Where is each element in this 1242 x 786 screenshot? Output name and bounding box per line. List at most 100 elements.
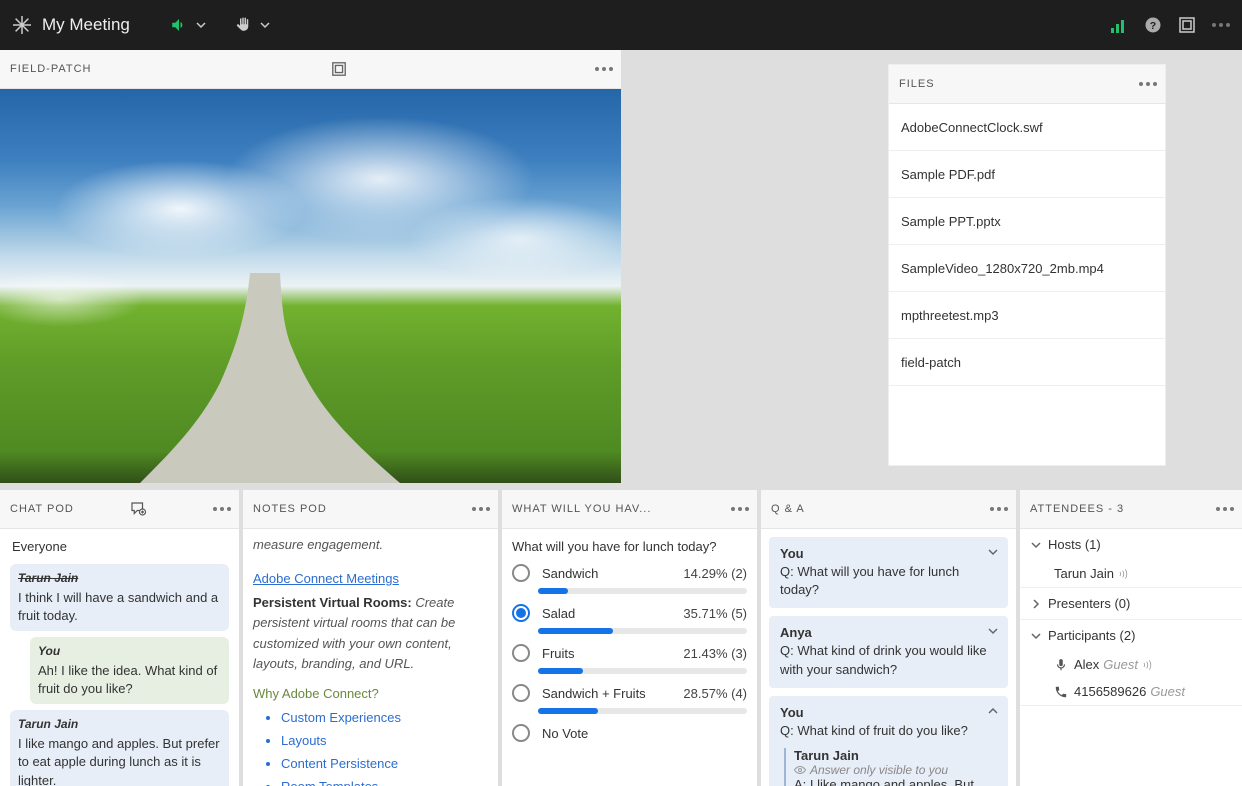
files-list: AdobeConnectClock.swfSample PDF.pdfSampl… <box>889 104 1165 465</box>
share-pod: FIELD-PATCH <box>0 50 621 483</box>
connection-status-icon[interactable] <box>1110 16 1128 34</box>
poll-option-label: Fruits <box>542 646 683 661</box>
pod-menu[interactable] <box>213 507 231 511</box>
file-item[interactable]: field-patch <box>889 339 1165 386</box>
notes-bullet[interactable]: Layouts <box>281 731 488 751</box>
attendee-section-participants[interactable]: Participants (2) <box>1020 620 1242 651</box>
attendee-guest-label: Guest <box>1150 684 1185 699</box>
attendee-section-label: Hosts (1) <box>1048 537 1101 552</box>
attendee-row[interactable]: Tarun Jain <box>1020 560 1242 587</box>
notes-body[interactable]: measure engagement. Adobe Connect Meetin… <box>243 529 498 786</box>
notes-pod: NOTES POD measure engagement. Adobe Conn… <box>243 490 502 786</box>
notes-pod-title: NOTES POD <box>253 503 327 515</box>
radio-button[interactable] <box>512 604 530 622</box>
help-icon[interactable]: ? <box>1144 16 1162 34</box>
fullscreen-icon[interactable] <box>1178 16 1196 34</box>
pod-menu[interactable] <box>990 507 1008 511</box>
chevron-down-icon[interactable] <box>987 625 999 640</box>
qa-answer: Tarun JainAnswer only visible to youA: I… <box>784 748 997 786</box>
radio-button[interactable] <box>512 564 530 582</box>
audio-menu[interactable] <box>170 16 206 34</box>
share-pod-title: FIELD-PATCH <box>10 63 92 75</box>
attendee-row[interactable]: AlexGuest <box>1020 651 1242 678</box>
chevron-up-icon[interactable] <box>987 705 999 720</box>
meeting-title[interactable]: My Meeting <box>42 15 130 35</box>
pod-menu[interactable] <box>731 507 749 511</box>
radio-button[interactable] <box>512 724 530 742</box>
poll-option-pct: 35.71% (5) <box>683 606 747 621</box>
attendee-row[interactable]: 4156589626Guest <box>1020 678 1242 705</box>
app-logo-icon[interactable] <box>12 15 32 35</box>
poll-option-pct: 28.57% (4) <box>683 686 747 701</box>
raise-hand-menu[interactable] <box>234 16 270 34</box>
file-item[interactable]: Sample PDF.pdf <box>889 151 1165 198</box>
svg-text:?: ? <box>1150 20 1156 32</box>
poll-pod-title: WHAT WILL YOU HAV... <box>512 503 651 515</box>
shared-image <box>0 89 621 483</box>
file-item[interactable]: SampleVideo_1280x720_2mb.mp4 <box>889 245 1165 292</box>
attendee-section-label: Participants (2) <box>1048 628 1135 643</box>
new-chat-icon[interactable] <box>129 500 147 518</box>
chat-pod-title: CHAT POD <box>10 503 74 515</box>
notes-bullet[interactable]: Room Templates <box>281 777 488 786</box>
attendees-pod: ATTENDEES - 3 Hosts (1) Tarun Jain Present… <box>1020 490 1242 786</box>
qa-item[interactable]: Anya Q: What kind of drink you would like… <box>769 616 1008 687</box>
pod-menu[interactable] <box>472 507 490 511</box>
poll-option-pct: 14.29% (2) <box>683 566 747 581</box>
chat-pod: CHAT POD Everyone Tarun Jain I think I wil… <box>0 490 243 786</box>
qa-item[interactable]: YouQ: What will you have for lunch today… <box>769 537 1008 608</box>
poll-option-label: Sandwich <box>542 566 683 581</box>
qa-item-question: Q: What kind of fruit do you like? <box>780 722 997 740</box>
attendee-section-hosts[interactable]: Hosts (1) <box>1020 529 1242 560</box>
qa-answer-author: Tarun Jain <box>794 748 997 763</box>
notes-room-heading: Persistent Virtual Rooms: <box>253 595 412 610</box>
qa-item-author: Anya <box>780 625 997 640</box>
attendee-section-presenters[interactable]: Presenters (0) <box>1020 588 1242 619</box>
poll-option-label: Salad <box>542 606 683 621</box>
poll-option[interactable]: Sandwich + Fruits28.57% (4) <box>512 684 747 702</box>
chat-message: YouAh! I like the idea. What kind of fru… <box>30 637 229 704</box>
qa-item[interactable]: YouQ: What kind of fruit do you like?Tar… <box>769 696 1008 786</box>
chat-message-author: Tarun Jain <box>18 570 221 587</box>
qa-item-question: Q: What kind of drink you would like wit… <box>780 642 997 678</box>
chevron-down-icon[interactable] <box>987 546 999 561</box>
poll-bar <box>538 708 747 714</box>
more-menu[interactable] <box>1212 23 1230 27</box>
chat-message-text: I like mango and apples. But prefer to e… <box>18 735 221 786</box>
chat-tab-everyone[interactable]: Everyone <box>10 535 229 558</box>
attendee-name: Tarun Jain <box>1054 566 1114 581</box>
radio-button[interactable] <box>512 644 530 662</box>
qa-pod: Q & A YouQ: What will you have for lunch… <box>761 490 1020 786</box>
fullscreen-icon[interactable] <box>331 61 347 77</box>
chat-message-text: Ah! I like the idea. What kind of fruit … <box>38 662 221 698</box>
poll-option[interactable]: Fruits21.43% (3) <box>512 644 747 662</box>
poll-pod: WHAT WILL YOU HAV... What will you have … <box>502 490 761 786</box>
pod-menu[interactable] <box>595 67 613 71</box>
poll-option-pct: 21.43% (3) <box>683 646 747 661</box>
road-graphic <box>140 273 400 483</box>
hand-icon <box>234 16 252 34</box>
file-item[interactable]: AdobeConnectClock.swf <box>889 104 1165 151</box>
file-item[interactable]: Sample PPT.pptx <box>889 198 1165 245</box>
qa-answer-text: A: I like mango and apples. But prefer t… <box>794 777 997 786</box>
chat-message-text: I think I will have a sandwich and a fru… <box>18 589 221 625</box>
file-item[interactable]: mpthreetest.mp3 <box>889 292 1165 339</box>
poll-bar <box>538 668 747 674</box>
notes-line: measure engagement. <box>253 537 383 552</box>
attendees-pod-title: ATTENDEES - 3 <box>1030 503 1124 515</box>
pod-menu[interactable] <box>1139 82 1157 86</box>
notes-bullet[interactable]: Custom Experiences <box>281 708 488 728</box>
pod-menu[interactable] <box>1216 507 1234 511</box>
poll-option[interactable]: Salad35.71% (5) <box>512 604 747 622</box>
notes-link[interactable]: Adobe Connect Meetings <box>253 571 399 586</box>
poll-bar <box>538 588 747 594</box>
radio-button[interactable] <box>512 684 530 702</box>
chat-message: Tarun Jain I think I will have a sandwich… <box>10 564 229 631</box>
poll-option-label: No Vote <box>542 726 747 741</box>
attendee-section-label: Presenters (0) <box>1048 596 1130 611</box>
files-pod: FILES AdobeConnectClock.swfSample PDF.pd… <box>888 64 1166 466</box>
notes-bullet[interactable]: Content Persistence <box>281 754 488 774</box>
poll-option[interactable]: No Vote <box>512 724 747 742</box>
poll-option[interactable]: Sandwich14.29% (2) <box>512 564 747 582</box>
poll-bar <box>538 628 747 634</box>
